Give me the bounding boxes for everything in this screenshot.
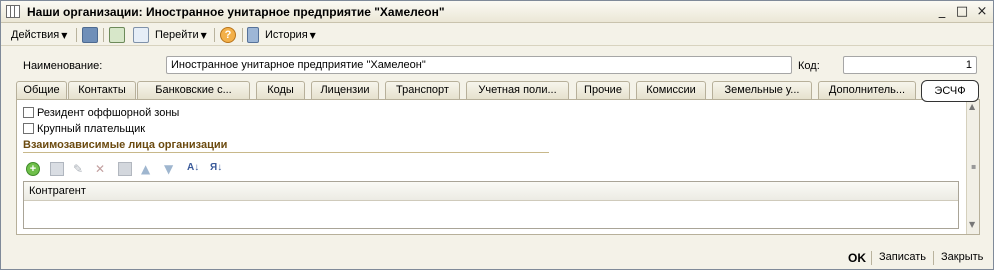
panel-scrollbar[interactable]: ▲ ▪ ▼: [966, 100, 979, 234]
bottom-separator: [871, 251, 872, 265]
title-bar: Наши организации: Иностранное унитарное …: [1, 1, 993, 23]
toolbar: Действия ▼ Перейти ▼ ? История ▼: [1, 24, 993, 46]
bottom-bar: OK Записать Закрыть: [1, 246, 993, 270]
toolbar-separator: [76, 28, 77, 42]
large-payer-label: Крупный плательщик: [37, 123, 146, 135]
close-window-button[interactable]: ×: [973, 3, 991, 20]
tab-transport[interactable]: Транспорт: [385, 81, 460, 99]
tab-accounting-policy[interactable]: Учетная поли...: [466, 81, 569, 99]
copy-icon[interactable]: [50, 162, 64, 176]
sort-descending-icon[interactable]: Я↓: [210, 162, 224, 176]
scroll-up-icon[interactable]: ▲: [969, 102, 975, 111]
move-up-icon[interactable]: ▲: [141, 162, 155, 176]
ok-button[interactable]: OK: [848, 251, 866, 265]
structure-icon[interactable]: [82, 27, 98, 43]
related-persons-table[interactable]: Контрагент: [23, 181, 959, 229]
tab-general[interactable]: Общие: [16, 81, 67, 99]
help-icon[interactable]: ?: [220, 27, 236, 43]
offshore-checkbox[interactable]: [23, 107, 34, 118]
related-persons-section-title: Взаимозависимые лица организации: [23, 139, 549, 153]
actions-menu[interactable]: Действия ▼: [11, 27, 67, 43]
tab-contacts[interactable]: Контакты: [68, 81, 136, 99]
delete-icon[interactable]: ✕: [95, 162, 109, 176]
dropdown-arrow-icon: ▼: [309, 31, 316, 40]
large-payer-checkbox[interactable]: [23, 123, 34, 134]
large-payer-checkbox-row[interactable]: Крупный плательщик: [23, 123, 145, 137]
toolbar-separator: [214, 28, 215, 42]
tab-other[interactable]: Прочие: [576, 81, 630, 99]
name-field[interactable]: Иностранное унитарное предприятие "Хамел…: [166, 56, 792, 74]
save-button[interactable]: Записать: [879, 251, 926, 263]
close-button[interactable]: Закрыть: [941, 251, 983, 263]
save-row-icon[interactable]: [118, 162, 132, 176]
scroll-thumb[interactable]: ▪: [971, 162, 976, 171]
tab-bank-accounts[interactable]: Банковские с...: [137, 81, 250, 99]
dropdown-arrow-icon: ▼: [200, 31, 207, 40]
offshore-checkbox-row[interactable]: Резидент оффшорной зоны: [23, 107, 179, 121]
goto-label: Перейти: [155, 29, 199, 41]
edit-icon[interactable]: ✎: [73, 162, 87, 176]
window-title: Наши организации: Иностранное унитарное …: [27, 5, 445, 19]
goto-menu[interactable]: Перейти ▼: [155, 27, 207, 43]
actions-label: Действия: [11, 29, 60, 41]
tab-licenses[interactable]: Лицензии: [311, 81, 379, 99]
dropdown-arrow-icon: ▼: [61, 31, 68, 40]
toolbar-separator: [242, 28, 243, 42]
tab-esc[interactable]: ЭСЧФ: [921, 80, 979, 102]
refresh-icon[interactable]: [109, 27, 125, 43]
sort-ascending-icon[interactable]: A↓: [187, 162, 201, 176]
code-label: Код:: [798, 60, 820, 72]
history-icon: [247, 27, 259, 43]
copy-document-icon[interactable]: [133, 27, 149, 43]
tab-codes[interactable]: Коды: [256, 81, 305, 99]
maximize-button[interactable]: □: [953, 3, 971, 20]
toolbar-separator: [103, 28, 104, 42]
tab-commissions[interactable]: Комиссии: [636, 81, 706, 99]
code-field[interactable]: 1: [843, 56, 977, 74]
scroll-down-icon[interactable]: ▼: [969, 220, 975, 229]
name-label: Наименование:: [23, 60, 103, 72]
move-down-icon[interactable]: ▼: [164, 162, 178, 176]
minimize-button[interactable]: _: [933, 3, 951, 20]
tab-additional[interactable]: Дополнитель...: [818, 81, 916, 99]
table-icon: [6, 5, 20, 18]
bottom-separator: [933, 251, 934, 265]
tab-land-plots[interactable]: Земельные у...: [712, 81, 812, 99]
add-icon[interactable]: +: [26, 162, 40, 176]
offshore-label: Резидент оффшорной зоны: [37, 107, 180, 119]
form-window: Наши организации: Иностранное унитарное …: [0, 0, 994, 270]
history-menu[interactable]: История ▼: [265, 27, 316, 43]
column-header-counterparty[interactable]: Контрагент: [24, 182, 958, 201]
history-label: История: [265, 29, 308, 41]
